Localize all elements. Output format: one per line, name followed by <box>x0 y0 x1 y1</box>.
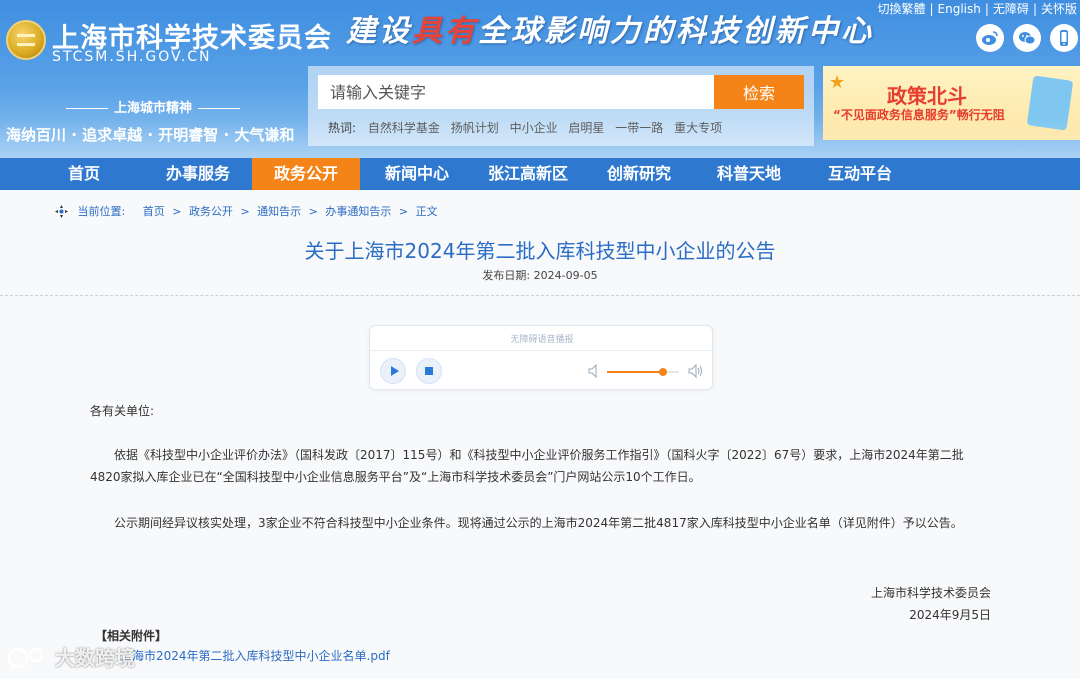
header-slogan: 建设具有全球影响力的科技创新中心 <box>346 6 874 50</box>
breadcrumb-item-current: 正文 <box>415 205 438 218</box>
nav-item-services[interactable]: 办事服务 <box>148 158 248 190</box>
slogan-part-3: 全球影响力的科技创新中心 <box>478 14 874 49</box>
policy-banner[interactable]: ★ 政策北斗 “不见面政务信息服务”畅行无阻 <box>823 66 1080 140</box>
location-icon <box>55 205 68 218</box>
breadcrumb-separator: > <box>240 205 250 218</box>
volume-slider-handle[interactable] <box>659 368 668 376</box>
nav-item-home[interactable]: 首页 <box>42 158 126 190</box>
signature-organization: 上海市科学技术委员会 <box>870 586 991 600</box>
city-spirit-text: 海纳百川 · 追求卓越 · 开明睿智 · 大气谦和 <box>6 126 295 144</box>
site-header: 上海市科学技术委员会 STCSM.SH.GOV.CN 建设具有全球影响力的科技创… <box>0 0 1080 158</box>
nav-item-government-affairs[interactable]: 政务公开 <box>252 158 360 190</box>
play-button[interactable] <box>380 358 406 384</box>
main-nav: 首页 办事服务 政务公开 新闻中心 张江高新区 创新研究 科普天地 互动平台 <box>0 158 1080 190</box>
signature-date: 2024年9月5日 <box>909 608 991 622</box>
nav-item-science-popularization[interactable]: 科普天地 <box>700 158 798 190</box>
watermark: 大数跨境 <box>6 642 135 673</box>
banner-subtitle: “不见面政务信息服务”畅行无阻 <box>833 108 1005 122</box>
divider <box>0 295 1080 296</box>
hot-word-link[interactable]: 中小企业 <box>510 121 558 135</box>
hot-words: 热词: 自然科学基金 扬帆计划 中小企业 启明星 一带一路 重大专项 <box>328 119 729 136</box>
search-button[interactable]: 检索 <box>714 75 804 109</box>
breadcrumb: 当前位置: 首页 > 政务公开 > 通知告示 > 办事通知告示 > 正文 <box>55 203 442 219</box>
city-spirit-title: 上海城市精神 <box>60 97 246 116</box>
search-panel: 检索 热词: 自然科学基金 扬帆计划 中小企业 启明星 一带一路 重大专项 <box>308 66 814 146</box>
attachment-link[interactable]: 上海市2024年第二批入库科技型中小企业名单.pdf <box>120 647 390 664</box>
breadcrumb-separator: > <box>398 205 409 218</box>
link-accessibility[interactable]: 无障碍 <box>990 0 1032 17</box>
article-paragraph: 公示期间经异议核实处理，3家企业不符合科技型中小企业条件。现将通过公示的上海市2… <box>114 516 963 530</box>
link-care-mode[interactable]: 关怀版 <box>1038 0 1080 17</box>
hot-word-link[interactable]: 一带一路 <box>615 121 663 135</box>
volume-high-icon[interactable] <box>688 363 704 379</box>
site-logo-domain: STCSM.SH.GOV.CN <box>52 49 212 65</box>
hot-word-link[interactable]: 启明星 <box>568 121 604 135</box>
nav-item-zhangjiang[interactable]: 张江高新区 <box>474 158 582 190</box>
divider <box>370 350 714 351</box>
top-links: 切換繁體 | English | 无障碍 | 关怀版 <box>874 0 1080 17</box>
wechat-icon[interactable] <box>1013 24 1041 52</box>
hot-word-link[interactable]: 扬帆计划 <box>451 121 499 135</box>
volume-low-icon[interactable] <box>588 364 600 378</box>
article-paragraph: 依据《科技型中小企业评价办法》（国科发政〔2017〕115号）和《科技型中小企业… <box>90 448 964 484</box>
breadcrumb-item-government-affairs[interactable]: 政务公开 <box>189 205 233 218</box>
mobile-icon[interactable] <box>1050 24 1078 52</box>
breadcrumb-item-notices[interactable]: 通知告示 <box>257 205 301 218</box>
nav-item-interaction[interactable]: 互动平台 <box>810 158 910 190</box>
document-illustration <box>1026 75 1074 131</box>
search-input[interactable] <box>318 75 714 109</box>
slogan-part-1: 建设 <box>346 14 412 49</box>
link-traditional-chinese[interactable]: 切換繁體 <box>874 0 928 17</box>
nav-item-news[interactable]: 新闻中心 <box>368 158 466 190</box>
publish-date: 发布日期: 2024-09-05 <box>0 267 1080 283</box>
stop-button[interactable] <box>416 358 442 384</box>
hot-word-link[interactable]: 重大专项 <box>674 121 722 135</box>
banner-title: 政策北斗 <box>887 84 967 108</box>
link-english[interactable]: English <box>935 2 984 16</box>
hot-words-label: 热词: <box>328 121 357 135</box>
volume-slider-fill <box>607 371 664 373</box>
breadcrumb-item-service-notices[interactable]: 办事通知告示 <box>325 205 391 218</box>
weibo-icon[interactable] <box>976 24 1004 52</box>
watermark-text: 大数跨境 <box>54 646 135 670</box>
breadcrumb-item-home[interactable]: 首页 <box>143 205 165 218</box>
hot-word-link[interactable]: 自然科学基金 <box>368 121 440 135</box>
article-title: 关于上海市2024年第二批入库科技型中小企业的公告 <box>304 239 776 263</box>
slogan-part-2: 具有 <box>412 14 478 49</box>
publish-date-label: 发布日期: <box>482 269 531 282</box>
star-icon: ★ <box>829 72 846 93</box>
audio-player: 无障碍语音播报 <box>369 325 714 390</box>
nav-item-research[interactable]: 创新研究 <box>590 158 688 190</box>
salutation: 各有关单位: <box>90 404 155 418</box>
breadcrumb-separator: > <box>172 205 182 218</box>
breadcrumb-label: 当前位置: <box>77 205 126 218</box>
publish-date-value: 2024-09-05 <box>533 269 598 282</box>
watermark-logo-icon <box>7 647 44 670</box>
signature: 上海市科学技术委员会 2024年9月5日 <box>871 582 991 626</box>
audio-player-label: 无障碍语音播报 <box>510 335 574 345</box>
breadcrumb-separator: > <box>308 205 318 218</box>
volume-slider[interactable] <box>607 368 679 376</box>
emblem-icon[interactable] <box>6 20 46 60</box>
